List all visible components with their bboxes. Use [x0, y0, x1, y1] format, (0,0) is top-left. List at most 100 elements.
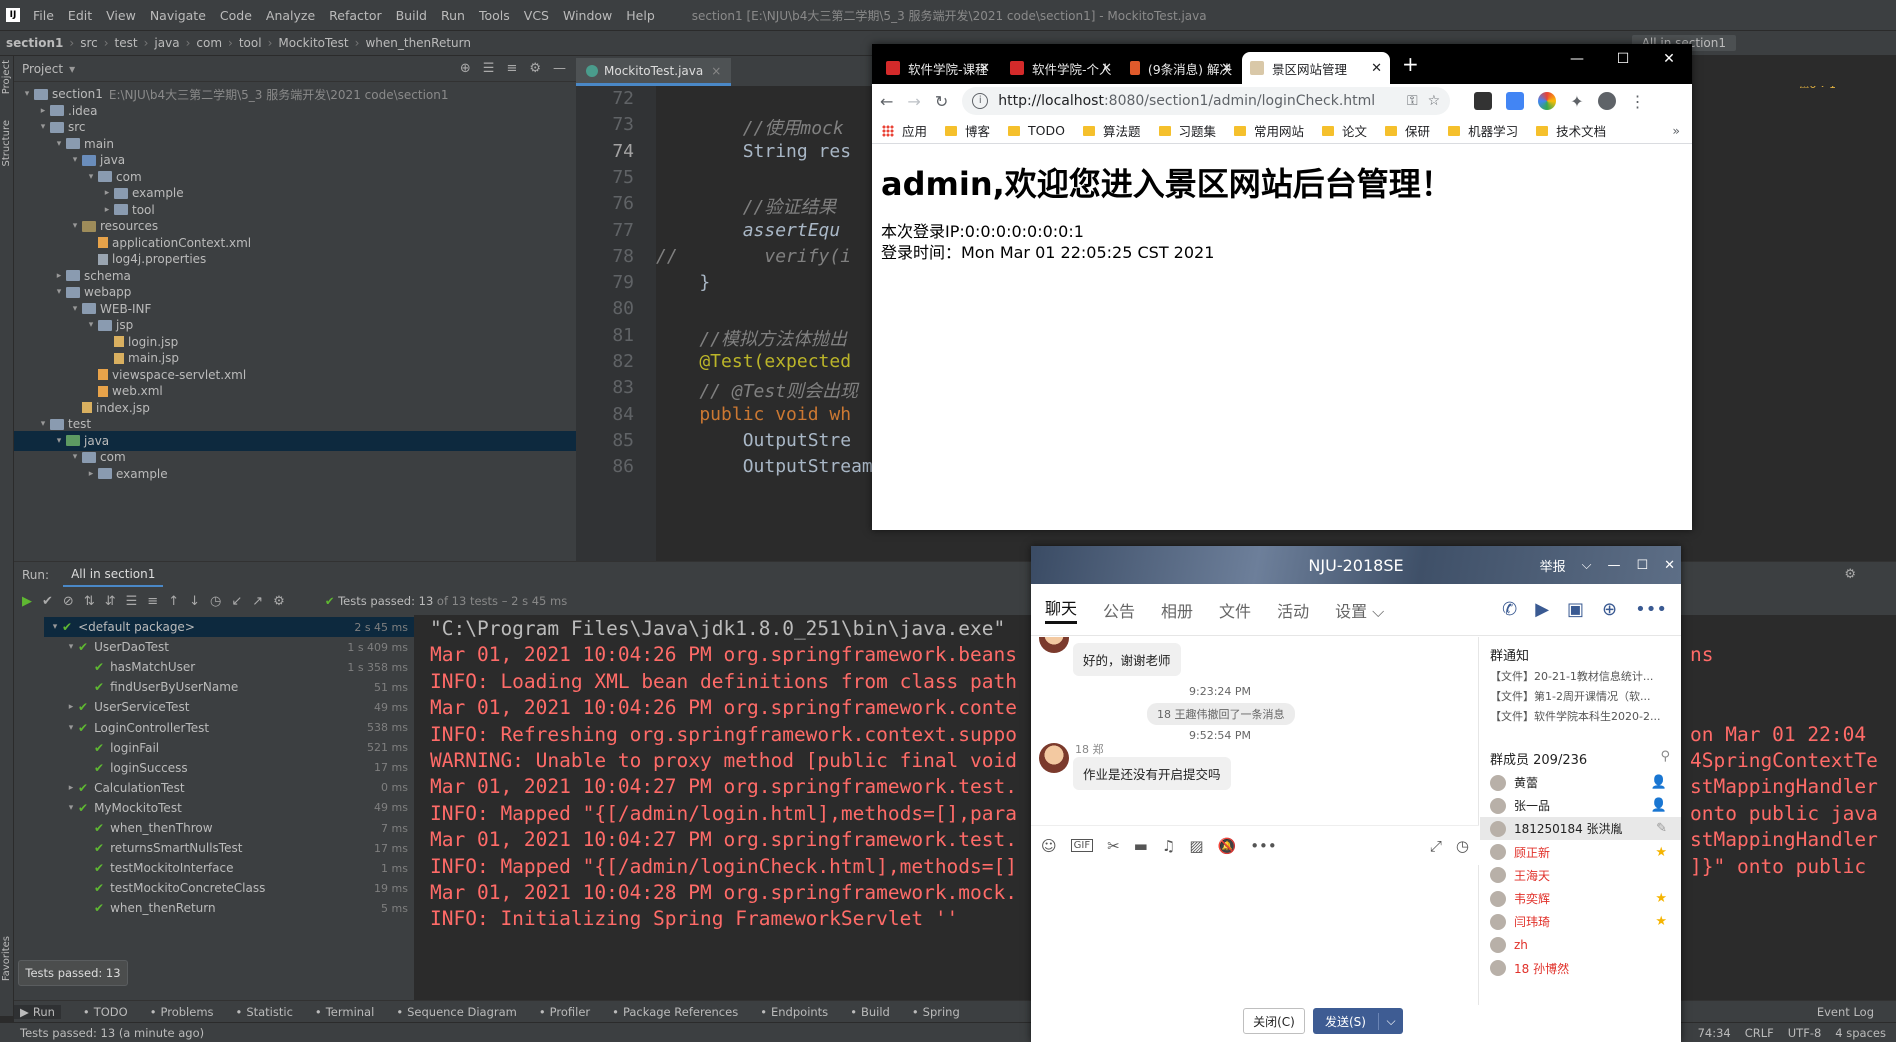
qq-tab[interactable]: 设置 ⌵ [1335, 598, 1384, 622]
code-line[interactable]: OutputStre [656, 430, 851, 451]
member-item[interactable]: 王海天 [1480, 864, 1681, 887]
scissors-icon[interactable]: ✂ [1107, 837, 1120, 855]
test-row[interactable]: ✔ returnsSmartNullsTest 17 ms [44, 838, 414, 858]
chevron-icon[interactable]: ▾ [64, 642, 78, 652]
search-icon[interactable]: ⚲ [1660, 749, 1670, 768]
chevron-icon[interactable]: ▸ [100, 205, 114, 215]
collapse-all-icon[interactable]: ≡ [506, 61, 517, 76]
show-ignored-icon[interactable]: ⊘ [63, 594, 74, 609]
project-tool-tab[interactable]: Project [1, 60, 12, 94]
chevron-icon[interactable]: ▾ [64, 723, 78, 733]
breadcrumb-item[interactable]: src [80, 36, 98, 50]
chevron-down-icon[interactable]: ⌵ [1379, 1014, 1403, 1029]
tool-tab-spring[interactable]: • Spring [912, 1005, 960, 1019]
code-line[interactable]: // @Test则会出现 [656, 377, 858, 403]
status-item[interactable]: CRLF [1745, 1026, 1774, 1040]
report-button[interactable]: 举报 [1540, 556, 1566, 575]
favorites-tool-tab[interactable]: Favorites [1, 936, 12, 981]
extension-icon[interactable] [1474, 91, 1493, 110]
test-row[interactable]: ✔ findUserByUserName 51 ms [44, 677, 414, 697]
qq-tab[interactable]: 相册 [1161, 598, 1193, 622]
structure-tool-tab[interactable]: Structure [1, 120, 12, 167]
avatar[interactable] [1039, 743, 1069, 773]
hide-icon[interactable]: — [553, 61, 566, 76]
breadcrumb-item[interactable]: section1 [6, 36, 63, 50]
export-icon[interactable]: ↗ [252, 594, 263, 609]
bookmark-item[interactable]: 博客 [945, 121, 990, 140]
member-item[interactable]: zh [1480, 933, 1681, 956]
project-view-selector[interactable]: Project [22, 62, 63, 76]
chevron-icon[interactable]: ▾ [52, 287, 66, 297]
add-icon[interactable]: ⊕ [1602, 599, 1617, 620]
close-icon[interactable]: ✕ [979, 61, 990, 76]
browser-tab[interactable]: 软件学院-个人 ✕ [1002, 52, 1120, 84]
close-icon[interactable]: ✕ [1221, 61, 1232, 76]
tool-tab-package-references[interactable]: • Package References [612, 1005, 738, 1019]
chevron-icon[interactable]: ▾ [68, 155, 82, 165]
info-icon[interactable]: i [972, 93, 989, 109]
tool-tab-sequence-diagram[interactable]: • Sequence Diagram [396, 1005, 517, 1019]
breadcrumb-item[interactable]: java [154, 36, 179, 50]
message-input[interactable] [1031, 865, 1479, 1005]
breadcrumb-item[interactable]: tool [239, 36, 262, 50]
chevron-icon[interactable]: ▸ [52, 271, 66, 281]
code-line[interactable]: assertEqu [656, 220, 841, 241]
test-row[interactable]: ▸ ✔ UserServiceTest 49 ms [44, 697, 414, 717]
chevron-icon[interactable]: ▾ [48, 622, 62, 632]
gear-icon[interactable]: ⚙ [273, 594, 285, 609]
chevron-icon[interactable]: ▸ [100, 188, 114, 198]
bookmark-item[interactable]: 论文 [1322, 121, 1367, 140]
gear-icon[interactable]: ⚙ [1844, 567, 1856, 582]
qq-tab[interactable]: 聊天 [1045, 595, 1078, 624]
test-row[interactable]: ✔ loginSuccess 17 ms [44, 758, 414, 778]
tool-tab-build[interactable]: • Build [850, 1005, 890, 1019]
video-icon[interactable]: ▶ [1535, 599, 1549, 620]
close-icon[interactable]: × [711, 64, 721, 78]
menu-refactor[interactable]: Refactor [322, 8, 388, 23]
close-icon[interactable]: ✕ [1371, 61, 1382, 76]
tool-tab-todo[interactable]: • TODO [83, 1005, 128, 1019]
chevron-icon[interactable]: ▾ [68, 304, 82, 314]
tab-run-config[interactable]: All in section1 [63, 563, 164, 587]
menu-edit[interactable]: Edit [61, 8, 99, 23]
gear-icon[interactable]: ⚙ [529, 61, 541, 76]
breadcrumb-item[interactable]: when_thenReturn [365, 36, 471, 50]
test-row[interactable]: ▸ ✔ CalculationTest 0 ms [44, 778, 414, 798]
menu-code[interactable]: Code [213, 8, 259, 23]
bookmark-item[interactable]: 算法题 [1082, 121, 1141, 140]
bookmark-item[interactable]: 机器学习 [1448, 121, 1518, 140]
notice-item[interactable]: 【文件】第1-2周开课情况（软... [1480, 684, 1670, 704]
collapse-icon[interactable]: ≡ [147, 594, 158, 609]
address-bar[interactable]: i http://localhost:8080/section1/admin/l… [962, 87, 1451, 115]
new-tab-icon[interactable]: + [1402, 52, 1419, 76]
bookmark-item[interactable]: 习题集 [1158, 121, 1216, 140]
test-row[interactable]: ▾ ✔ LoginControllerTest 538 ms [44, 718, 414, 738]
close-icon[interactable]: ✕ [1101, 61, 1112, 76]
key-icon[interactable]: ⚿ [1407, 93, 1418, 109]
rerun-icon[interactable]: ▶ [22, 594, 32, 609]
member-item[interactable]: 181250184 张洪胤 ✎ [1480, 817, 1681, 841]
chevron-icon[interactable]: ▸ [64, 702, 78, 712]
code-line[interactable]: @Test(expected [656, 351, 851, 372]
chevron-down-icon[interactable]: ⌵ [1582, 558, 1592, 573]
back-icon[interactable]: ← [880, 92, 893, 111]
tab-mockitotest[interactable]: MockitoTest.java × [576, 58, 732, 86]
tree-item[interactable]: ▸ example [14, 464, 576, 484]
code-line[interactable]: //模拟方法体抛出 [656, 325, 847, 351]
send-button[interactable]: 发送(S) ⌵ [1313, 1008, 1403, 1034]
browser-tab[interactable]: 景区网站管理 ✕ [1242, 52, 1390, 84]
menu-help[interactable]: Help [619, 8, 662, 23]
profile-avatar[interactable] [1597, 91, 1616, 110]
qq-tab[interactable]: 文件 [1219, 598, 1251, 622]
member-item[interactable]: 张一品 👤 [1480, 794, 1681, 817]
tool-tab-problems[interactable]: • Problems [150, 1005, 214, 1019]
tool-tab-run[interactable]: ▶ Run [14, 1004, 61, 1019]
close-icon[interactable]: ✕ [1646, 44, 1692, 74]
test-row[interactable]: ▾ ✔ <default package> 2 s 45 ms [44, 617, 414, 637]
mute-icon[interactable]: 🔕 [1218, 837, 1237, 855]
folder-icon[interactable]: ▬ [1134, 837, 1148, 855]
member-item[interactable]: 韦奕辉 ★ [1480, 887, 1681, 910]
history-icon[interactable]: ◷ [210, 594, 221, 609]
avatar[interactable] [1039, 637, 1069, 653]
maximize-icon[interactable]: ☐ [1636, 558, 1648, 573]
